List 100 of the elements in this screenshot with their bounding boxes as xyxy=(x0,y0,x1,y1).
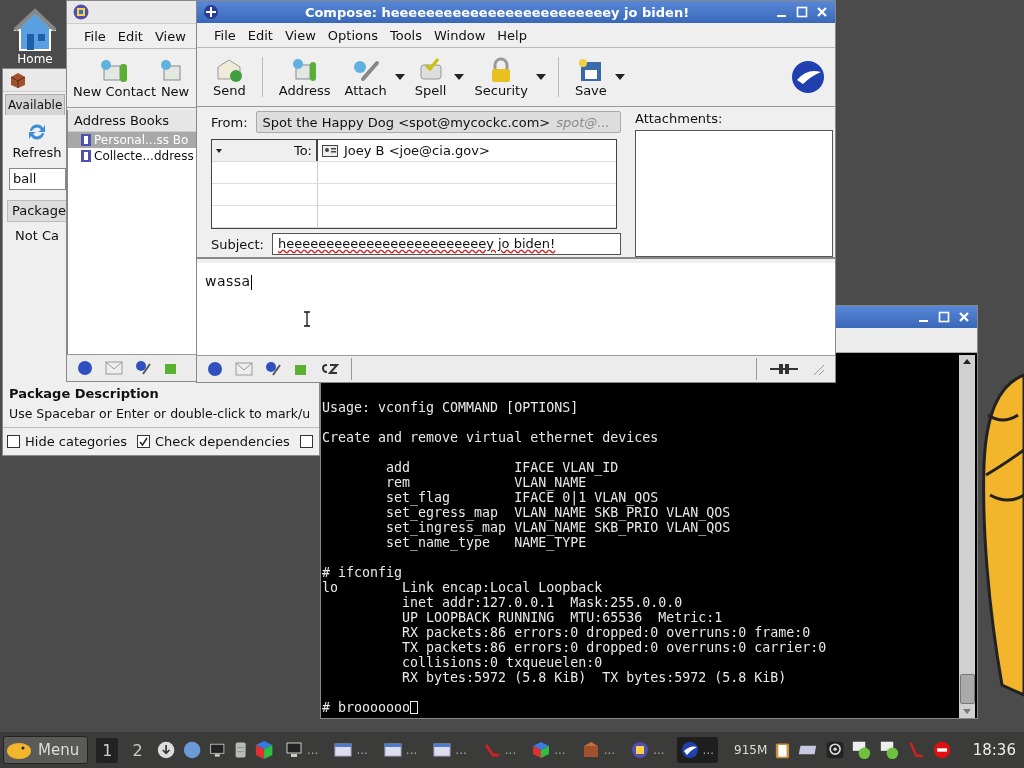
menu-item[interactable]: Edit xyxy=(112,26,148,46)
terminal-line: RX bytes:5972 (5.8 KiB) TX bytes:5972 (5.8 KiB) xyxy=(401,670,788,685)
package-box-icon xyxy=(9,72,27,88)
clock: 18:36 xyxy=(972,741,1016,759)
recipient-field[interactable]: Joey B <joe@cia.gov> xyxy=(318,140,616,161)
window-title: Compose: heeeeeeeeeeeeeeeeeeeeeeeeey jo biden! xyxy=(303,4,691,20)
person-pen-icon[interactable] xyxy=(265,361,281,377)
task-button[interactable]: ... xyxy=(577,737,620,763)
terminal-line: rem VLAN_NAME xyxy=(385,475,587,490)
checkbox[interactable] xyxy=(7,435,20,448)
maximize-icon[interactable] xyxy=(937,310,951,324)
dropdown-caret-icon[interactable] xyxy=(535,74,546,80)
close-icon[interactable] xyxy=(957,310,971,324)
terminal-line: # brooooooo xyxy=(322,700,959,715)
from-dropdown[interactable]: Spot the Happy Dog <spot@mycockc.com> spot@... xyxy=(255,111,621,133)
contact-card-icon xyxy=(322,144,338,157)
desktop-icon-label[interactable]: Home xyxy=(17,52,53,66)
menu-item[interactable]: File xyxy=(209,25,241,45)
no-entry-icon[interactable] xyxy=(932,739,951,761)
toolbar-button[interactable]: New Contact xyxy=(71,55,159,101)
terminal-line: add IFACE VLAN_ID xyxy=(385,460,620,475)
dropdown-caret-icon[interactable] xyxy=(614,74,625,80)
terminal-line: Usage: vconfig COMMAND [OPTIONS] xyxy=(322,400,580,415)
toolbar-button[interactable]: Send xyxy=(209,54,250,100)
maximize-icon[interactable] xyxy=(795,5,809,19)
workspace-button[interactable]: 2 xyxy=(126,737,149,763)
terminal-line: set_ingress_map VLAN_NAME SKB_PRIO VLAN_QOS xyxy=(385,520,732,535)
task-button[interactable]: ... xyxy=(379,737,422,763)
workspace-button[interactable]: 1 xyxy=(96,737,119,763)
section-title: Package Description xyxy=(9,386,160,401)
checkbox[interactable] xyxy=(299,435,313,448)
attachments-list[interactable] xyxy=(635,130,833,257)
signal-icon[interactable] xyxy=(826,739,845,761)
terminal-line: set_name_type NAME_TYPE xyxy=(385,535,588,550)
scroll-thumb[interactable] xyxy=(959,674,975,704)
menu-item[interactable]: Window xyxy=(429,25,491,45)
task-button[interactable]: ... xyxy=(528,737,570,763)
composer-icon[interactable] xyxy=(321,362,339,376)
scrollbar[interactable] xyxy=(959,355,975,718)
task-button[interactable]: ... xyxy=(429,737,471,763)
dropdown-caret-icon[interactable] xyxy=(454,74,465,80)
refresh-button[interactable]: Refresh xyxy=(7,121,67,160)
menu-item[interactable]: File xyxy=(79,26,111,46)
task-button[interactable]: ... xyxy=(280,737,323,763)
menu-item[interactable]: Options xyxy=(322,25,383,45)
terminal-line: RX packets:86 errors:0 dropped:0 overruns:0 frame:0 xyxy=(401,625,812,640)
app-logo-icon xyxy=(203,4,219,20)
toolbar-button[interactable]: Spell xyxy=(410,54,451,100)
bird-logo-icon xyxy=(680,741,699,759)
file-cabinet-icon[interactable] xyxy=(233,740,247,760)
task-button[interactable]: ... xyxy=(478,737,521,763)
menu-item[interactable]: View xyxy=(279,25,321,45)
subject-field[interactable]: heeeeeeeeeeeeeeeeeeeeeeeeey jo biden! xyxy=(272,233,621,255)
toolbar-button[interactable]: Attach xyxy=(340,54,391,100)
checkbox[interactable] xyxy=(136,435,150,448)
window-icon xyxy=(433,741,452,759)
person-pen-icon[interactable] xyxy=(135,360,151,376)
menu-item[interactable]: Tools xyxy=(385,25,427,45)
toolbar-button[interactable]: Security xyxy=(470,54,532,100)
task-button[interactable]: ... xyxy=(676,737,719,763)
field-label: Subject: xyxy=(211,236,264,252)
terminal-line: inet addr:127.0.0.1 Mask:255.0.0.0 xyxy=(401,595,684,610)
mascot-icon xyxy=(6,740,32,760)
tab[interactable]: Available xyxy=(5,94,66,115)
search-field[interactable]: ball xyxy=(9,168,66,190)
resize-grip-icon[interactable] xyxy=(811,362,825,376)
terminal-line: Create and remove virtual ethernet devices xyxy=(322,430,660,445)
panel-header: Address Books xyxy=(68,110,197,132)
terminal-line: lo Link encap:Local Loopback xyxy=(322,580,604,595)
contact-card-person-icon xyxy=(99,57,130,84)
task-button[interactable]: ... xyxy=(330,737,372,763)
task-button[interactable]: ... xyxy=(627,737,669,763)
checkbox-label[interactable]: Check dependencies xyxy=(154,434,290,449)
monitor-icon xyxy=(284,741,303,759)
checkbox-label[interactable]: Hide categories xyxy=(25,434,127,449)
menu-button[interactable]: Menu xyxy=(3,736,89,764)
house-icon[interactable] xyxy=(12,8,58,52)
menu-item[interactable]: Help xyxy=(492,25,532,45)
window-icon xyxy=(383,741,402,759)
menu-item[interactable]: View xyxy=(149,26,191,46)
terminal-line: # ifconfig xyxy=(322,565,404,580)
toolbar-button[interactable]: Save xyxy=(570,54,611,100)
dropdown-caret-icon[interactable] xyxy=(394,74,405,80)
terminal-line: set_egress_map VLAN_NAME SKB_PRIO VLAN_QOS xyxy=(385,505,732,520)
hint-text: Use Spacebar or Enter or double-click to mark/u xyxy=(9,406,312,421)
field-label: From: xyxy=(211,114,248,130)
column-header[interactable]: Package xyxy=(7,200,67,222)
recipient-type-dropdown[interactable]: To: xyxy=(212,140,318,161)
menu-item[interactable]: Edit xyxy=(242,25,278,45)
message-body-editor[interactable]: wassa xyxy=(197,263,835,355)
close-icon[interactable] xyxy=(815,5,829,19)
toolbar-button[interactable]: Address xyxy=(274,54,335,100)
address-book-item[interactable]: Collecte...ddress xyxy=(68,148,197,164)
caret-icon xyxy=(216,148,222,153)
memory-usage: 915M xyxy=(734,743,768,757)
cube-icon[interactable] xyxy=(254,738,273,762)
monitor-icon[interactable] xyxy=(208,741,226,759)
toolbar-button[interactable]: New xyxy=(158,55,193,101)
box-icon xyxy=(581,741,600,759)
table-cell-text: Not Ca xyxy=(15,228,60,243)
